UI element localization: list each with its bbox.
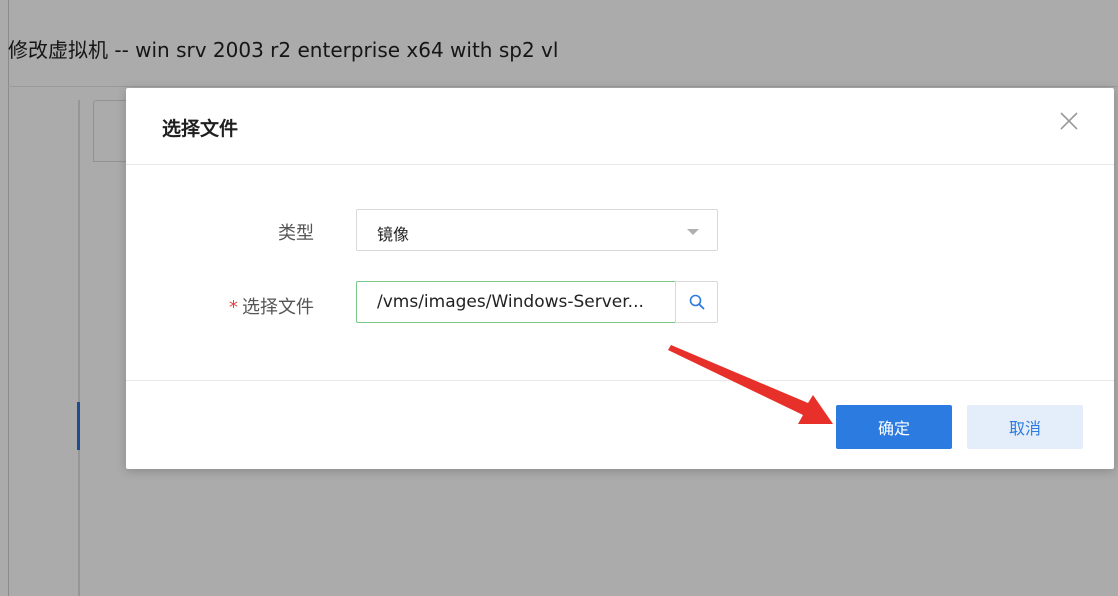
type-select-value: 镜像 bbox=[377, 225, 410, 244]
dialog-title: 选择文件 bbox=[162, 118, 239, 140]
close-icon bbox=[1060, 112, 1078, 130]
cancel-button[interactable]: 取消 bbox=[967, 405, 1083, 449]
chevron-down-icon bbox=[687, 229, 699, 235]
file-label: * 选择文件 bbox=[229, 297, 314, 318]
close-button[interactable] bbox=[1054, 106, 1084, 136]
confirm-button[interactable]: 确定 bbox=[836, 405, 952, 449]
type-select[interactable]: 镜像 bbox=[356, 209, 718, 251]
browse-file-button[interactable] bbox=[675, 281, 718, 323]
footer-divider bbox=[126, 380, 1114, 381]
search-icon bbox=[689, 294, 705, 310]
file-path-input[interactable] bbox=[356, 281, 675, 323]
type-label: 类型 bbox=[278, 223, 314, 244]
dialog-header: 选择文件 bbox=[126, 88, 1114, 165]
select-file-dialog: 选择文件 类型 镜像 *选择文件 确定 取消 bbox=[126, 88, 1114, 469]
required-mark: * bbox=[229, 297, 238, 318]
